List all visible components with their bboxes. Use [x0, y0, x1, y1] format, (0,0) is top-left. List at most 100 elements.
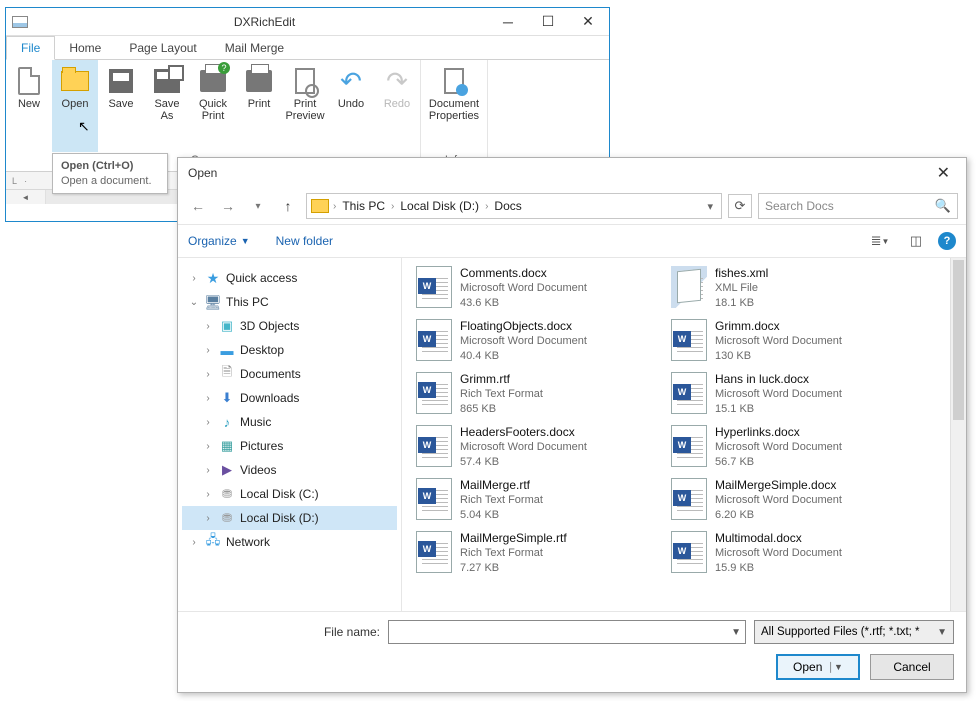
pic-icon: ▦ [218, 438, 236, 454]
file-item[interactable]: W MailMerge.rtf Rich Text Format 5.04 KB [412, 474, 667, 527]
vertical-scrollbar[interactable] [950, 258, 966, 611]
print-preview-button[interactable]: Print Preview [282, 60, 328, 152]
print-icon [246, 70, 272, 92]
file-size: 57.4 KB [460, 455, 587, 470]
folder-open-icon [61, 71, 89, 91]
expand-icon[interactable]: › [202, 489, 214, 500]
tree-item[interactable]: ›🖧Network [182, 530, 397, 554]
close-button[interactable]: ✕ [573, 12, 603, 32]
file-item[interactable]: W Multimodal.docx Microsoft Word Documen… [667, 527, 922, 580]
expand-icon[interactable]: › [202, 345, 214, 356]
help-button[interactable]: ? [938, 232, 956, 250]
tree-item[interactable]: ›♪Music [182, 410, 397, 434]
dialog-title: Open [188, 166, 217, 180]
file-type: Rich Text Format [460, 493, 543, 508]
file-item[interactable]: W Grimm.docx Microsoft Word Document 130… [667, 315, 922, 368]
file-item[interactable]: W MailMergeSimple.rtf Rich Text Format 7… [412, 527, 667, 580]
expand-icon[interactable]: › [202, 441, 214, 452]
file-item[interactable]: W Grimm.rtf Rich Text Format 865 KB [412, 368, 667, 421]
tree-item[interactable]: ›▶Videos [182, 458, 397, 482]
tree-item-label: Local Disk (C:) [240, 487, 319, 501]
search-placeholder: Search Docs [765, 199, 834, 213]
file-item[interactable]: W Hyperlinks.docx Microsoft Word Documen… [667, 421, 922, 474]
file-item[interactable]: W FloatingObjects.docx Microsoft Word Do… [412, 315, 667, 368]
file-name: Comments.docx [460, 266, 587, 281]
scroll-thumb[interactable] [953, 260, 964, 420]
tree-item[interactable]: ›⬇Downloads [182, 386, 397, 410]
expand-icon[interactable]: › [202, 321, 214, 332]
refresh-button[interactable]: ⟳ [728, 194, 752, 218]
preview-pane-button[interactable]: ◫ [902, 230, 930, 252]
breadcrumb[interactable]: › This PC › Local Disk (D:) › Docs ▾ [306, 193, 722, 219]
file-icon: W [416, 478, 452, 520]
nav-up-button[interactable]: ↑ [276, 194, 300, 218]
tab-page-layout[interactable]: Page Layout [115, 37, 210, 59]
file-type-filter[interactable]: All Supported Files (*.rtf; *.txt; *▼ [754, 620, 954, 644]
organize-button[interactable]: Organize▼ [188, 234, 250, 248]
nav-recent-button[interactable]: ▾ [246, 194, 270, 218]
tree-item[interactable]: ›▣3D Objects [182, 314, 397, 338]
minimize-button[interactable]: ─ [493, 12, 523, 32]
breadcrumb-segment[interactable]: This PC [340, 199, 387, 213]
file-type: Microsoft Word Document [460, 334, 587, 349]
undo-button[interactable]: ↶Undo [328, 60, 374, 152]
nav-back-button[interactable]: ← [186, 194, 210, 218]
expand-icon[interactable]: › [202, 393, 214, 404]
save-button[interactable]: Save [98, 60, 144, 152]
new-folder-button[interactable]: New folder [276, 234, 333, 248]
new-button[interactable]: New [6, 60, 52, 152]
quick-print-button[interactable]: Quick Print [190, 60, 236, 152]
breadcrumb-dropdown-icon[interactable]: ▾ [707, 200, 717, 213]
breadcrumb-segment[interactable]: Docs [492, 199, 523, 213]
file-item[interactable]: fishes.xml XML File 18.1 KB [667, 262, 922, 315]
filename-input[interactable]: ▼ [388, 620, 746, 644]
view-mode-button[interactable]: ≣ ▼ [866, 230, 894, 252]
maximize-button[interactable]: ☐ [533, 12, 563, 32]
dialog-close-button[interactable]: ✕ [931, 161, 956, 185]
chevron-down-icon[interactable]: ▼ [731, 627, 741, 638]
redo-icon: ↷ [386, 66, 408, 97]
expand-icon[interactable]: › [202, 369, 214, 380]
open-button[interactable]: Open [52, 60, 98, 152]
tab-mail-merge[interactable]: Mail Merge [211, 37, 298, 59]
file-item[interactable]: W MailMergeSimple.docx Microsoft Word Do… [667, 474, 922, 527]
dialog-toolbar: Organize▼ New folder ≣ ▼ ◫ ? [178, 224, 966, 258]
vid-icon: ▶ [218, 462, 236, 478]
save-as-button[interactable]: Save As [144, 60, 190, 152]
file-size: 15.9 KB [715, 561, 842, 576]
expand-icon[interactable]: › [202, 513, 214, 524]
file-size: 6.20 KB [715, 508, 842, 523]
file-icon: W [671, 319, 707, 361]
expand-icon[interactable]: › [202, 465, 214, 476]
redo-button[interactable]: ↷Redo [374, 60, 420, 152]
file-item[interactable]: W Comments.docx Microsoft Word Document … [412, 262, 667, 315]
tooltip: Open (Ctrl+O) Open a document. [52, 153, 168, 194]
expand-icon[interactable]: › [202, 417, 214, 428]
search-input[interactable]: Search Docs 🔍 [758, 193, 958, 219]
expand-icon[interactable]: › [188, 273, 200, 284]
tree-item[interactable]: ›⛃Local Disk (D:) [182, 506, 397, 530]
preview-icon [295, 68, 315, 94]
tab-home[interactable]: Home [55, 37, 115, 59]
cancel-button[interactable]: Cancel [870, 654, 954, 680]
tab-file[interactable]: File [6, 36, 55, 60]
file-item[interactable]: W HeadersFooters.docx Microsoft Word Doc… [412, 421, 667, 474]
expand-icon[interactable]: › [188, 537, 200, 548]
tree-item[interactable]: ›▦Pictures [182, 434, 397, 458]
print-button[interactable]: Print [236, 60, 282, 152]
tree-item[interactable]: ›⛃Local Disk (C:) [182, 482, 397, 506]
chevron-right-icon: › [391, 201, 394, 212]
file-item[interactable]: W Hans in luck.docx Microsoft Word Docum… [667, 368, 922, 421]
tree-item[interactable]: ›▬Desktop [182, 338, 397, 362]
breadcrumb-segment[interactable]: Local Disk (D:) [398, 199, 481, 213]
tree-item[interactable]: ⌄🖥This PC [182, 290, 397, 314]
nav-forward-button[interactable]: → [216, 194, 240, 218]
scroll-left-icon[interactable]: ◄ [6, 190, 46, 204]
tree-item[interactable]: ›🗎Documents [182, 362, 397, 386]
open-confirm-button[interactable]: Open│▼ [776, 654, 860, 680]
doc-properties-button[interactable]: Document Properties [421, 60, 487, 152]
file-type: Rich Text Format [460, 387, 543, 402]
split-button-icon[interactable]: │▼ [828, 662, 843, 672]
expand-icon[interactable]: ⌄ [188, 297, 200, 308]
tree-item[interactable]: ›★Quick access [182, 266, 397, 290]
